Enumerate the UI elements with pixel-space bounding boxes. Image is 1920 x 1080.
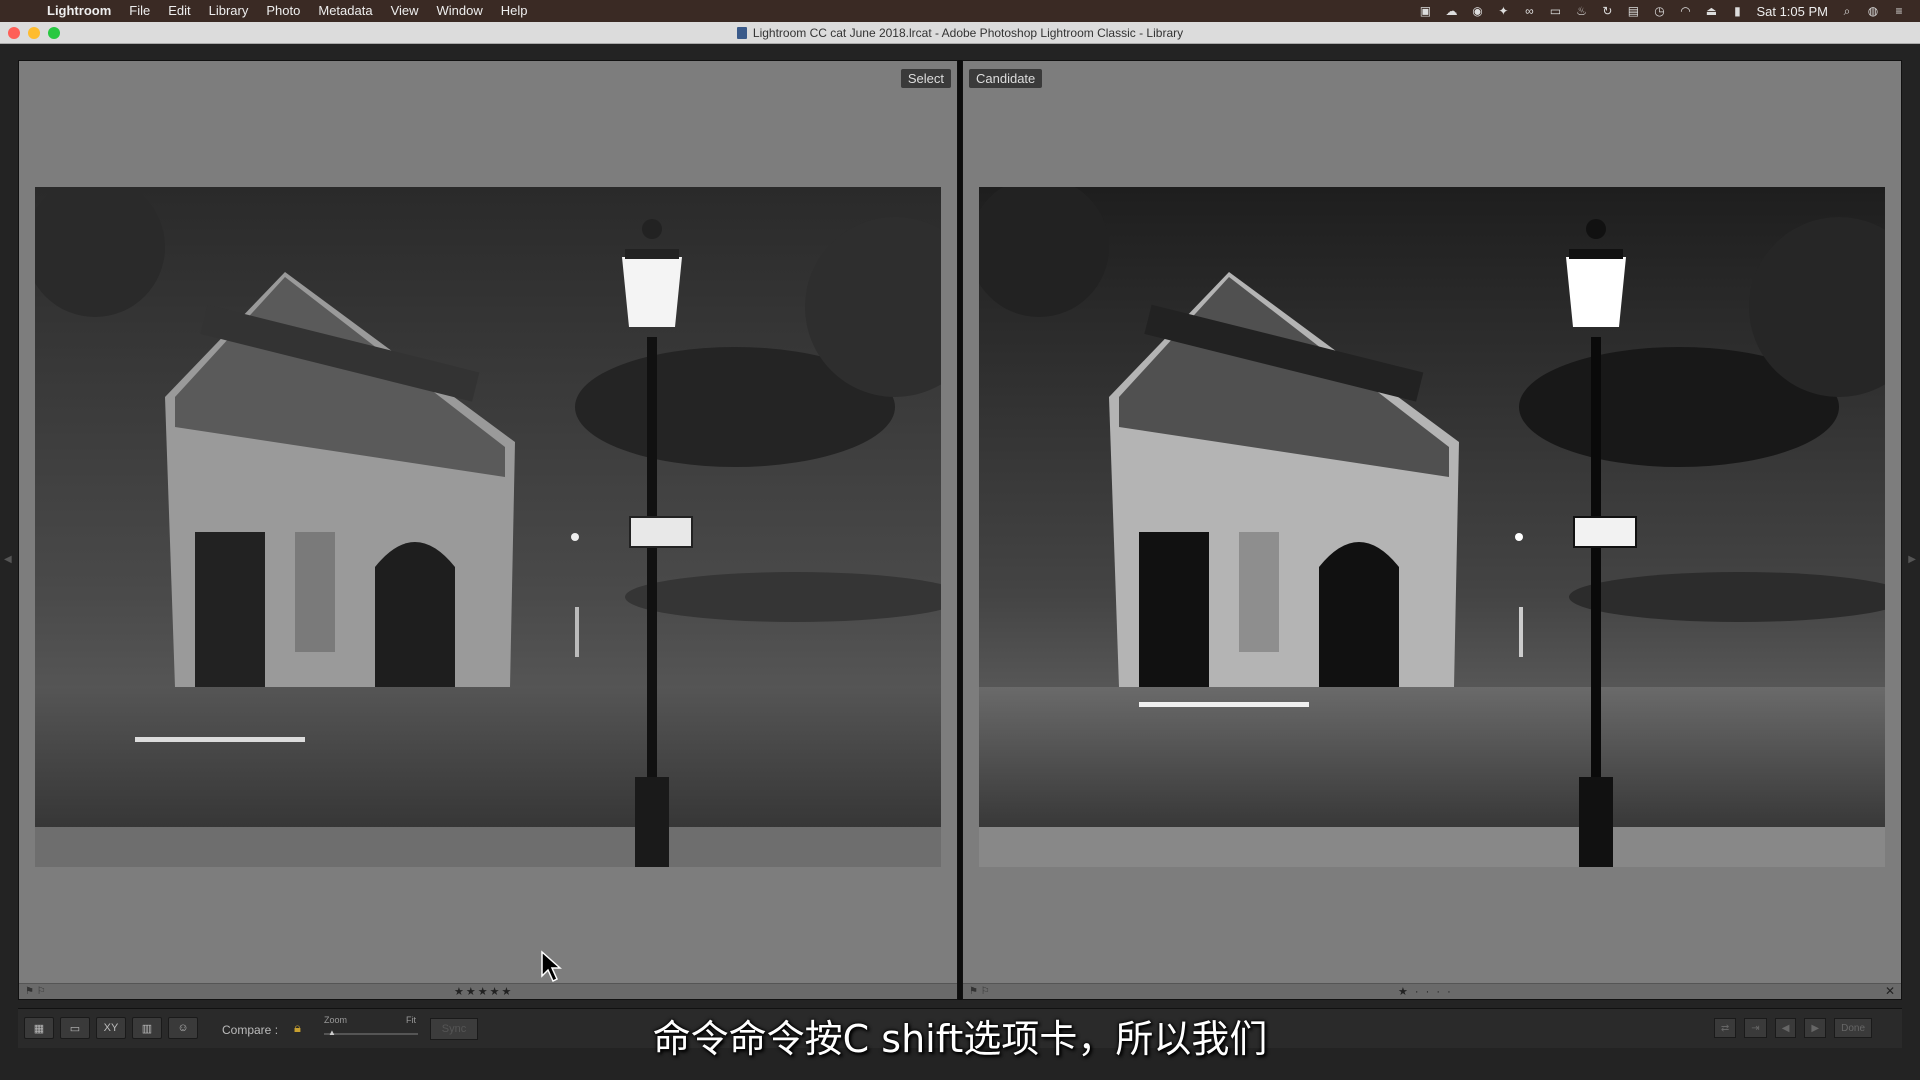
window-title-bar: Lightroom CC cat June 2018.lrcat - Adobe… bbox=[0, 22, 1920, 44]
document-icon[interactable]: ▤ bbox=[1626, 4, 1640, 18]
candidate-photo[interactable] bbox=[979, 187, 1885, 867]
flag-icon[interactable]: ⚑ ⚐ bbox=[969, 986, 990, 997]
flag-icon[interactable]: ⚑ ⚐ bbox=[25, 986, 46, 997]
video-subtitle: 命令命令按C shift选项卡，所以我们 bbox=[652, 1017, 1268, 1061]
close-window-button[interactable] bbox=[8, 27, 20, 39]
select-rating[interactable]: ★★★★★ bbox=[454, 985, 513, 998]
circle-icon[interactable]: ◉ bbox=[1470, 4, 1484, 18]
candidate-label: Candidate bbox=[969, 69, 1043, 88]
menu-app-name[interactable]: Lightroom bbox=[38, 0, 120, 22]
arc-de-triomphe-photo-candidate bbox=[979, 187, 1885, 867]
creative-cloud-icon[interactable]: ∞ bbox=[1522, 4, 1536, 18]
menu-library[interactable]: Library bbox=[200, 0, 258, 22]
select-pane-footer: ⚑ ⚐ ★★★★★ bbox=[19, 983, 957, 999]
wifi-icon[interactable]: ◠ bbox=[1678, 4, 1692, 18]
flag-icon[interactable]: ▮ bbox=[1730, 4, 1744, 18]
window-title: Lightroom CC cat June 2018.lrcat - Adobe… bbox=[752, 25, 1184, 40]
menu-metadata[interactable]: Metadata bbox=[309, 0, 381, 22]
flame-icon[interactable]: ♨ bbox=[1574, 4, 1588, 18]
library-workspace: ◀ ▶ Select ⚑ ⚐ ★★★★★ Candidate ⚑ ⚐ ★ · ·… bbox=[0, 44, 1920, 1080]
camera-icon[interactable]: ▣ bbox=[1418, 4, 1432, 18]
clock-text[interactable]: Sat 1:05 PM bbox=[1756, 4, 1828, 19]
select-label: Select bbox=[900, 69, 951, 88]
mouse-cursor-icon bbox=[541, 950, 562, 983]
minimize-window-button[interactable] bbox=[28, 27, 40, 39]
menu-photo[interactable]: Photo bbox=[257, 0, 309, 22]
compare-candidate-pane[interactable]: Candidate ⚑ ⚐ ★ · · · · ✕ bbox=[962, 60, 1902, 1000]
catalog-file-icon bbox=[736, 26, 747, 39]
arc-de-triomphe-photo-select bbox=[35, 187, 941, 867]
select-photo[interactable] bbox=[35, 187, 941, 867]
notification-center-icon[interactable]: ≡ bbox=[1892, 4, 1906, 18]
candidate-pane-footer: ⚑ ⚐ ★ · · · · ✕ bbox=[963, 983, 1901, 999]
display-icon[interactable]: ▭ bbox=[1548, 4, 1562, 18]
siri-icon[interactable]: ◍ bbox=[1866, 4, 1880, 18]
window-controls bbox=[8, 27, 60, 39]
left-panel-toggle-icon[interactable]: ◀ bbox=[4, 554, 12, 565]
cloud-icon[interactable]: ☁ bbox=[1444, 4, 1458, 18]
menu-file[interactable]: File bbox=[120, 0, 159, 22]
menu-help[interactable]: Help bbox=[492, 0, 537, 22]
airplay-icon[interactable]: ⏏ bbox=[1704, 4, 1718, 18]
close-icon[interactable]: ✕ bbox=[1885, 984, 1895, 998]
right-panel-toggle-icon[interactable]: ▶ bbox=[1908, 554, 1916, 565]
status-area: ▣ ☁ ◉ ✦ ∞ ▭ ♨ ↻ ▤ ◷ ◠ ⏏ ▮ Sat 1:05 PM ⌕ … bbox=[1418, 0, 1906, 22]
dropbox-icon[interactable]: ✦ bbox=[1496, 4, 1510, 18]
menu-window[interactable]: Window bbox=[428, 0, 492, 22]
maximize-window-button[interactable] bbox=[48, 27, 60, 39]
refresh-icon[interactable]: ↻ bbox=[1600, 4, 1614, 18]
menu-view[interactable]: View bbox=[382, 0, 428, 22]
clock-icon[interactable]: ◷ bbox=[1652, 4, 1666, 18]
menu-edit[interactable]: Edit bbox=[159, 0, 199, 22]
search-icon[interactable]: ⌕ bbox=[1840, 4, 1854, 18]
candidate-rating[interactable]: ★ · · · · bbox=[1398, 985, 1453, 998]
compare-select-pane[interactable]: Select ⚑ ⚐ ★★★★★ bbox=[18, 60, 958, 1000]
menu-bar: Lightroom File Edit Library Photo Metada… bbox=[0, 0, 1920, 22]
